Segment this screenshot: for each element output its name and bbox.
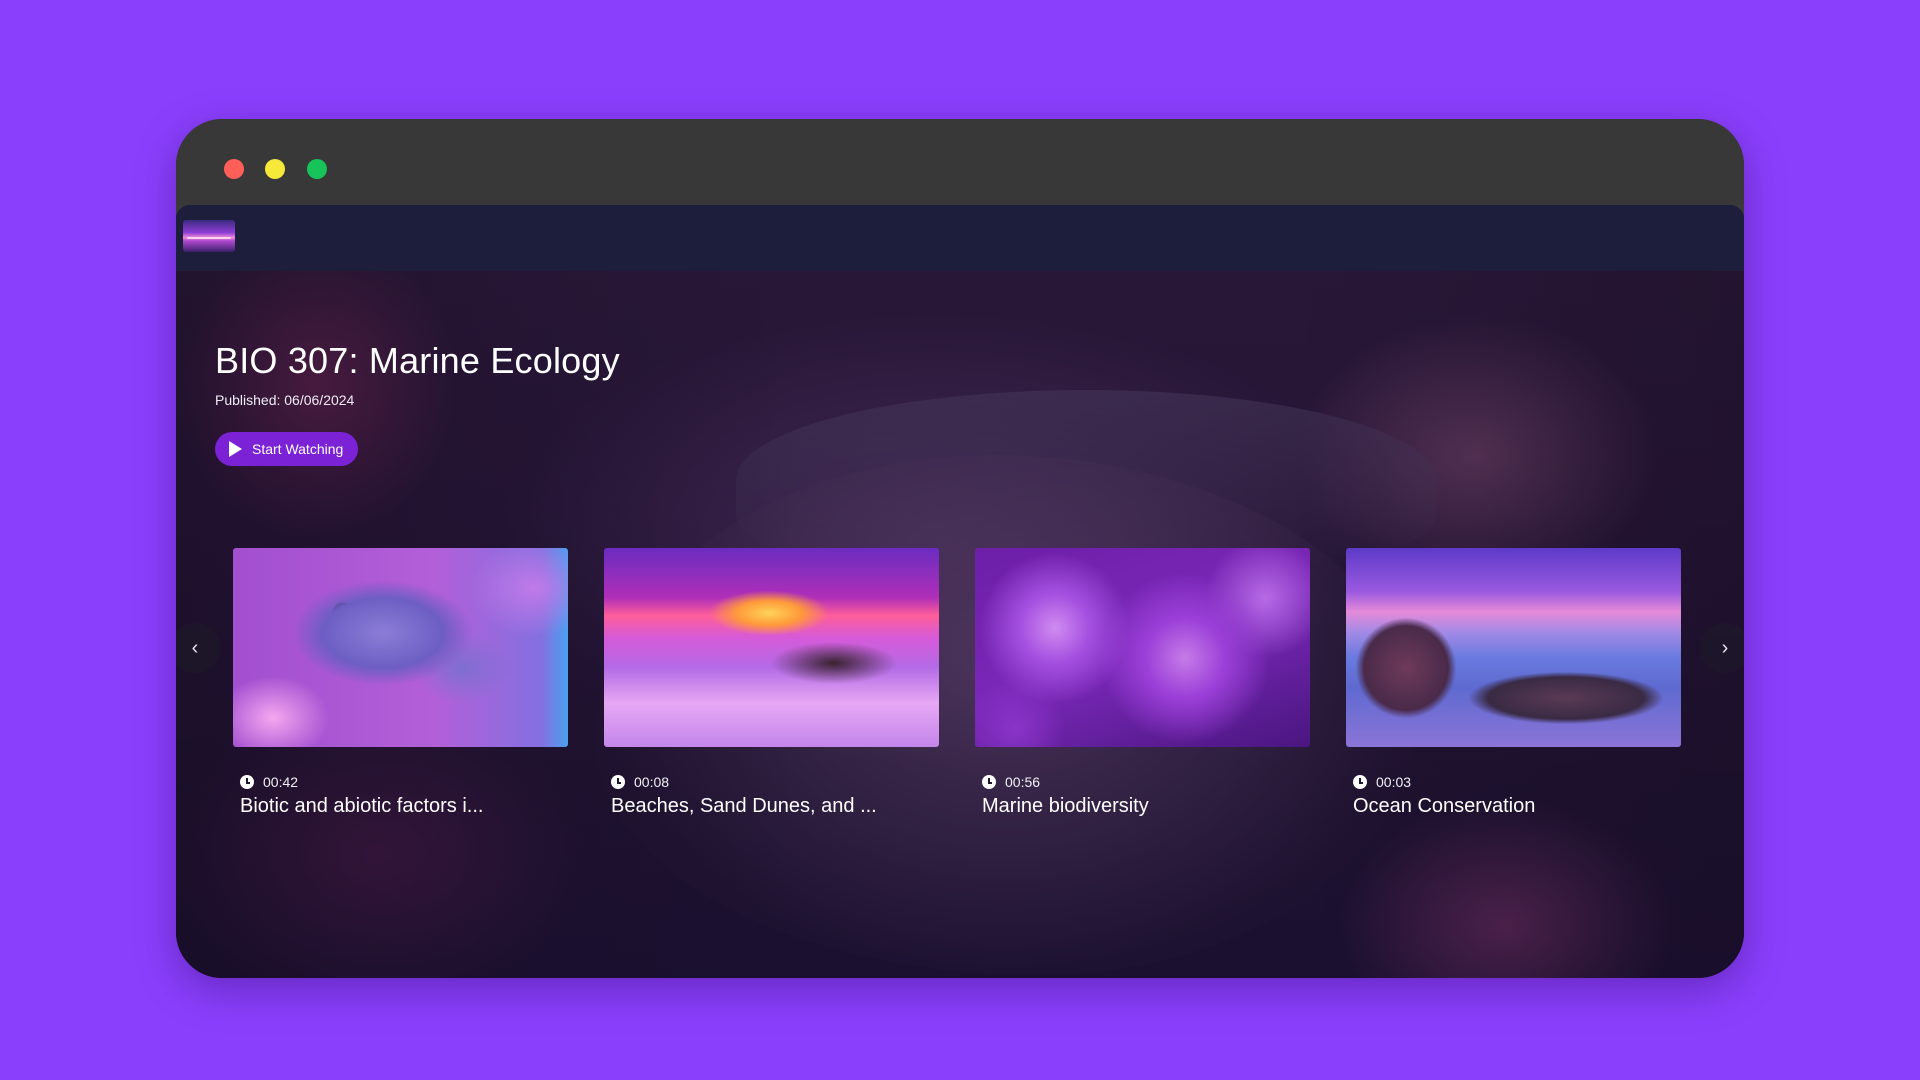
chevron-left-icon[interactable]: ‹ — [176, 623, 220, 673]
start-watching-button[interactable]: Start Watching — [215, 432, 359, 466]
chevron-right-icon[interactable]: › — [1700, 623, 1744, 673]
course-page: BIO 307: Marine Ecology Published: 06/06… — [176, 205, 1744, 978]
sunset-beach-thumbnail[interactable] — [604, 548, 939, 747]
clock-icon — [240, 775, 254, 789]
video-title[interactable]: Beaches, Sand Dunes, and ... — [611, 795, 931, 818]
clock-icon — [1353, 775, 1367, 789]
video-title[interactable]: Biotic and abiotic factors i... — [240, 795, 560, 818]
clock-icon — [611, 775, 625, 789]
anemone-clownfish-thumbnail[interactable] — [975, 548, 1310, 747]
close-window-button[interactable] — [224, 159, 244, 179]
app-header — [176, 205, 1744, 271]
video-duration: 00:08 — [634, 774, 670, 790]
purple-fish-thumbnail[interactable] — [233, 548, 568, 747]
video-card[interactable]: 00:03 Ocean Conservation — [1346, 548, 1681, 818]
video-carousel: ‹ 00:42 Biotic and abiotic factors i... … — [176, 548, 1744, 838]
rocky-coast-thumbnail[interactable] — [1346, 548, 1681, 747]
video-duration: 00:03 — [1376, 774, 1412, 790]
video-title[interactable]: Marine biodiversity — [982, 795, 1302, 818]
window-titlebar — [176, 119, 1744, 205]
video-meta: 00:08 — [611, 774, 939, 790]
video-meta: 00:03 — [1353, 774, 1681, 790]
video-meta: 00:42 — [240, 774, 568, 790]
clock-icon — [982, 775, 996, 789]
video-duration: 00:42 — [263, 774, 299, 790]
browser-window: BIO 307: Marine Ecology Published: 06/06… — [176, 119, 1744, 978]
play-icon — [229, 441, 242, 457]
video-card[interactable]: 00:42 Biotic and abiotic factors i... — [233, 548, 568, 818]
video-card[interactable]: 00:56 Marine biodiversity — [975, 548, 1310, 818]
published-date: Published: 06/06/2024 — [215, 392, 355, 408]
video-title[interactable]: Ocean Conservation — [1353, 795, 1673, 818]
sunset-logo-icon[interactable] — [183, 220, 235, 252]
video-card[interactable]: 00:08 Beaches, Sand Dunes, and ... — [604, 548, 939, 818]
minimize-window-button[interactable] — [265, 159, 285, 179]
video-duration: 00:56 — [1005, 774, 1041, 790]
start-watching-label: Start Watching — [252, 441, 344, 457]
page-title: BIO 307: Marine Ecology — [215, 340, 620, 381]
maximize-window-button[interactable] — [307, 159, 327, 179]
video-meta: 00:56 — [982, 774, 1310, 790]
